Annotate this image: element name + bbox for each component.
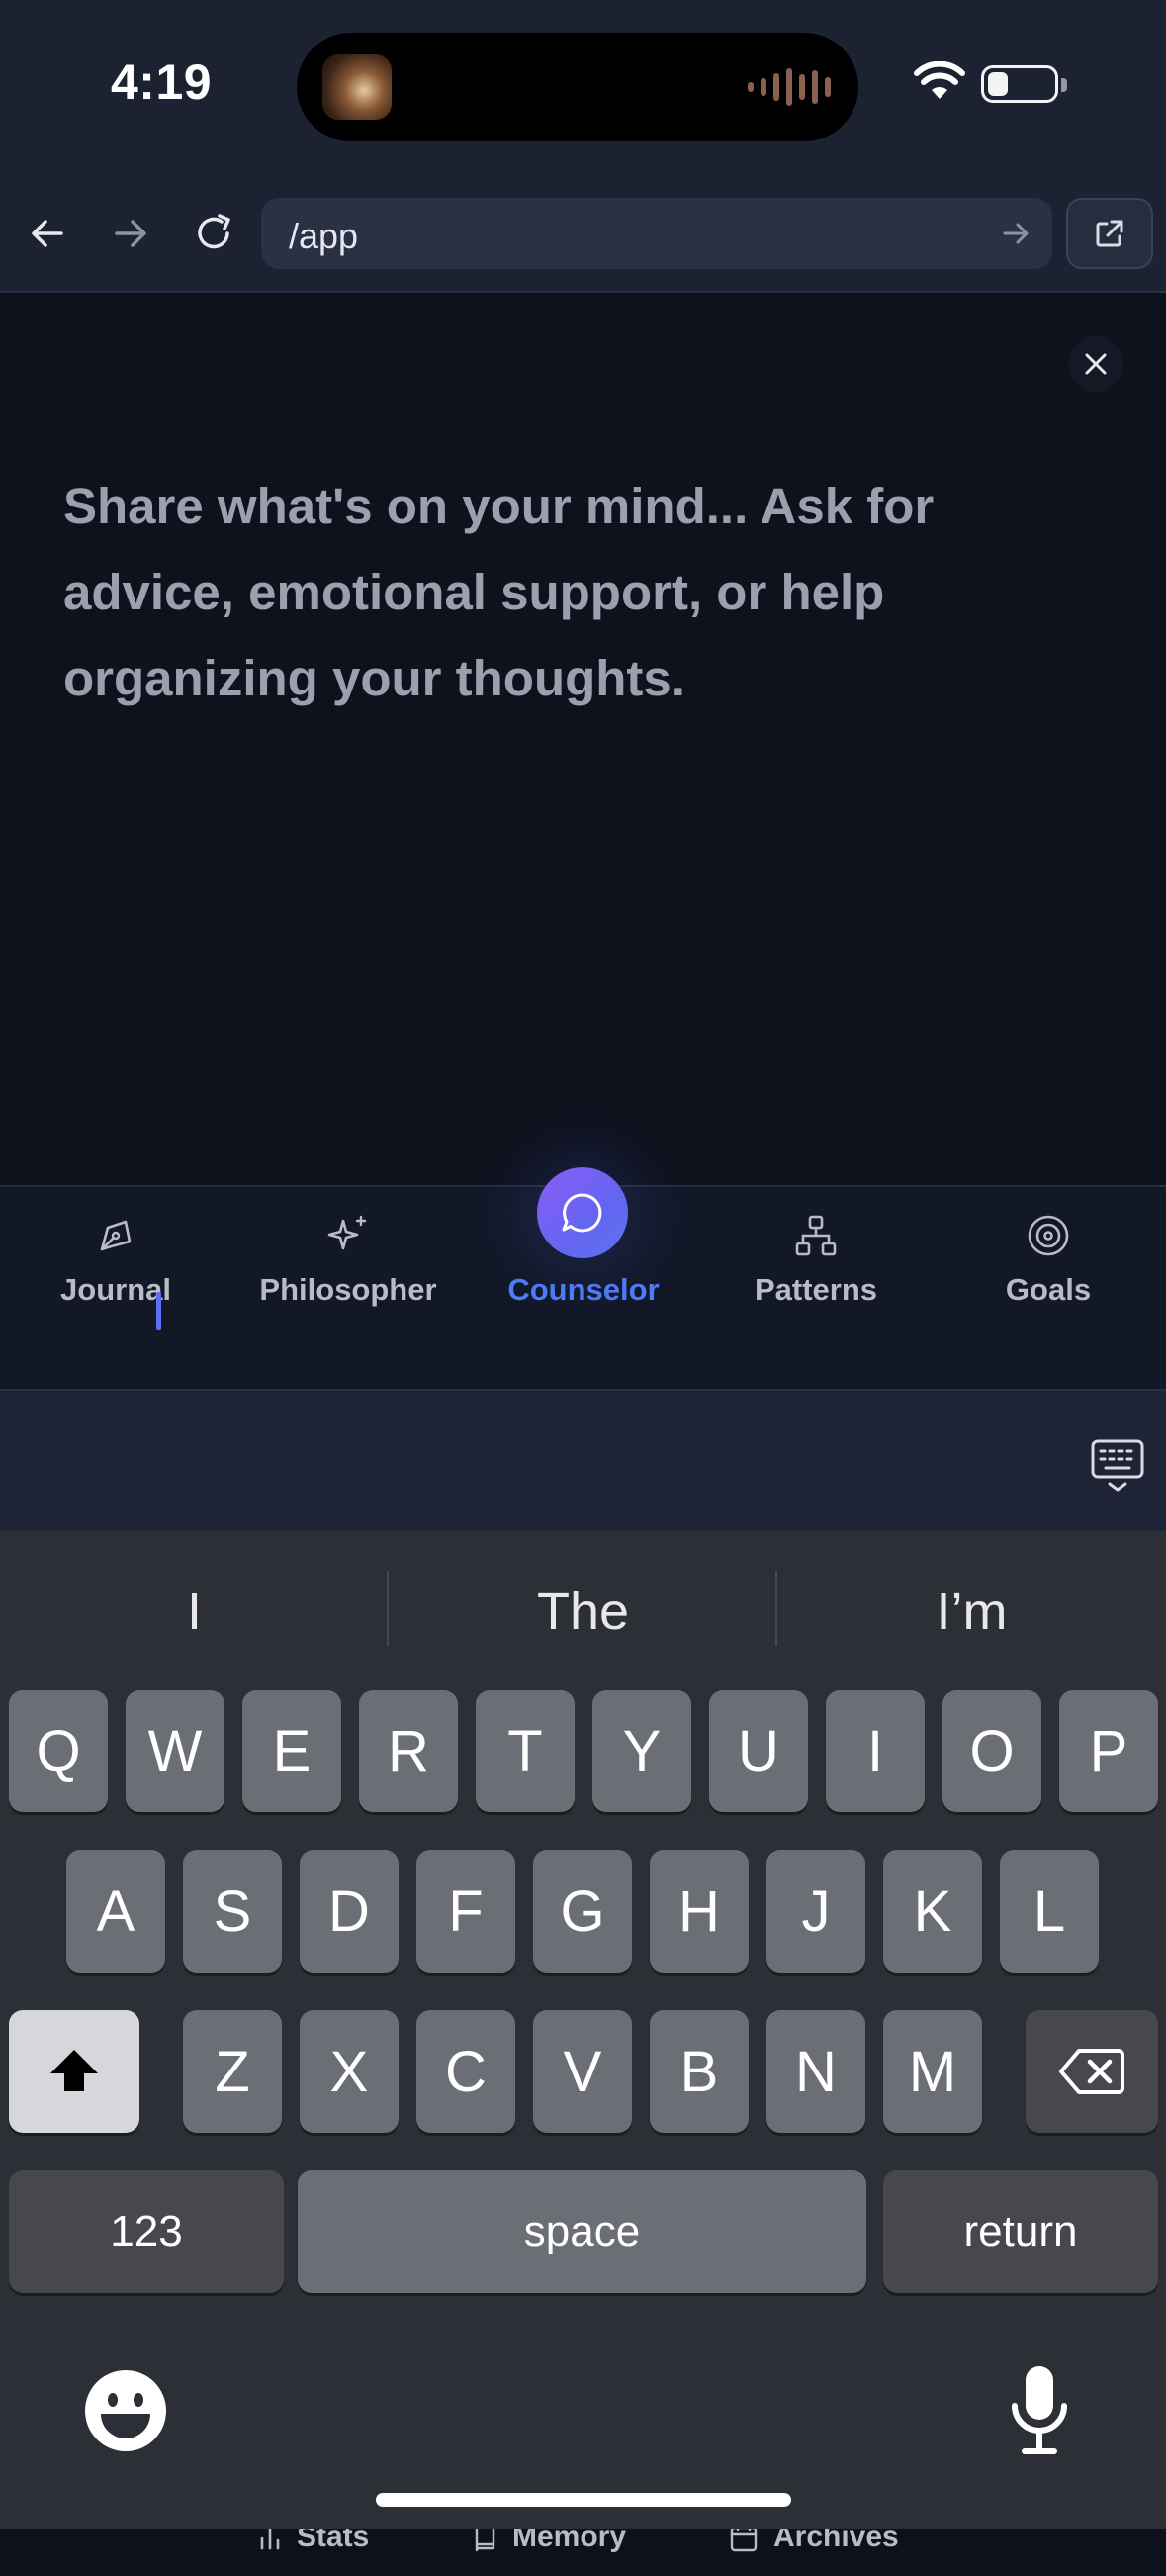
sparkles-icon — [327, 1215, 367, 1250]
tab-journal[interactable]: Journal — [49, 1187, 182, 1316]
keyboard-dismiss-icon[interactable] — [1090, 1438, 1145, 1494]
key-d[interactable]: D — [300, 1850, 399, 1973]
microphone-icon[interactable] — [1005, 2362, 1074, 2461]
shift-key[interactable] — [9, 2010, 139, 2133]
message-input[interactable]: Share what's on your mind... Ask for adv… — [63, 463, 1072, 721]
pen-nib-icon — [100, 1220, 132, 1251]
open-external-icon — [1096, 220, 1123, 247]
suggestion-2[interactable]: The — [389, 1581, 777, 1642]
key-e[interactable]: E — [242, 1690, 341, 1812]
tab-label: Journal — [60, 1272, 171, 1307]
key-n[interactable]: N — [766, 2010, 865, 2133]
tab-label: Counselor — [507, 1272, 660, 1307]
suggestion-3[interactable]: I’m — [777, 1581, 1166, 1642]
forward-button[interactable] — [103, 206, 158, 261]
reload-icon — [198, 214, 230, 249]
status-time: 4:19 — [111, 54, 213, 110]
key-s[interactable]: S — [183, 1850, 282, 1973]
key-g[interactable]: G — [533, 1850, 632, 1973]
key-q[interactable]: Q — [9, 1690, 108, 1812]
tab-goals[interactable]: Goals — [989, 1187, 1108, 1316]
open-external-button[interactable] — [1066, 198, 1153, 269]
tab-label: Goals — [1005, 1272, 1092, 1307]
backspace-icon — [1059, 2049, 1124, 2094]
space-key[interactable]: space — [298, 2170, 866, 2293]
tab-patterns[interactable]: Patterns — [742, 1187, 890, 1316]
key-k[interactable]: K — [883, 1850, 982, 1973]
key-w[interactable]: W — [126, 1690, 224, 1812]
audio-waveform-icon — [748, 68, 831, 106]
key-m[interactable]: M — [883, 2010, 982, 2133]
back-button[interactable] — [20, 206, 75, 261]
key-t[interactable]: T — [476, 1690, 575, 1812]
key-r[interactable]: R — [359, 1690, 458, 1812]
close-icon — [1085, 353, 1107, 375]
key-x[interactable]: X — [300, 2010, 399, 2133]
dynamic-island[interactable] — [297, 33, 858, 141]
browser-toolbar: /app — [0, 178, 1166, 293]
tab-philosopher[interactable]: Philosopher — [249, 1187, 447, 1316]
key-b[interactable]: B — [650, 2010, 749, 2133]
key-l[interactable]: L — [1000, 1850, 1099, 1973]
back-icon — [32, 220, 63, 247]
key-j[interactable]: J — [766, 1850, 865, 1973]
key-h[interactable]: H — [650, 1850, 749, 1973]
wifi-icon — [914, 61, 965, 99]
shift-icon — [50, 2050, 98, 2091]
key-c[interactable]: C — [416, 2010, 515, 2133]
tab-label: Philosopher — [259, 1272, 437, 1307]
status-bar: 4:19 — [0, 0, 1166, 178]
return-key[interactable]: return — [883, 2170, 1158, 2293]
now-playing-thumbnail — [322, 54, 392, 120]
suggestion-1[interactable]: I — [0, 1581, 389, 1642]
key-y[interactable]: Y — [592, 1690, 691, 1812]
url-field[interactable]: /app — [261, 198, 1052, 269]
go-arrow-icon[interactable] — [1001, 216, 1032, 251]
numbers-key[interactable]: 123 — [9, 2170, 284, 2293]
backspace-key[interactable] — [1026, 2010, 1158, 2133]
key-u[interactable]: U — [709, 1690, 808, 1812]
tab-label: Patterns — [754, 1272, 878, 1307]
key-a[interactable]: A — [66, 1850, 165, 1973]
hierarchy-icon — [795, 1215, 837, 1256]
counselor-tab-bubble[interactable] — [537, 1167, 628, 1258]
close-button[interactable] — [1068, 336, 1123, 392]
url-text: /app — [289, 216, 359, 256]
text-cursor — [156, 1292, 161, 1330]
counselor-panel: Share what's on your mind... Ask for adv… — [0, 295, 1166, 1185]
battery-icon — [981, 65, 1067, 103]
keyboard: I The I’m Q W E R T Y U I O P A S D F G … — [0, 1531, 1166, 2529]
key-o[interactable]: O — [942, 1690, 1041, 1812]
chat-bubble-icon — [562, 1193, 602, 1233]
key-v[interactable]: V — [533, 2010, 632, 2133]
emoji-icon[interactable] — [83, 2368, 168, 2453]
key-z[interactable]: Z — [183, 2010, 282, 2133]
reload-button[interactable] — [186, 206, 241, 261]
key-i[interactable]: I — [826, 1690, 925, 1812]
forward-icon — [115, 220, 146, 247]
target-icon — [1028, 1215, 1069, 1256]
key-f[interactable]: F — [416, 1850, 515, 1973]
keyboard-accessory-bar — [0, 1389, 1166, 1531]
key-p[interactable]: P — [1059, 1690, 1158, 1812]
home-indicator[interactable] — [376, 2493, 791, 2507]
